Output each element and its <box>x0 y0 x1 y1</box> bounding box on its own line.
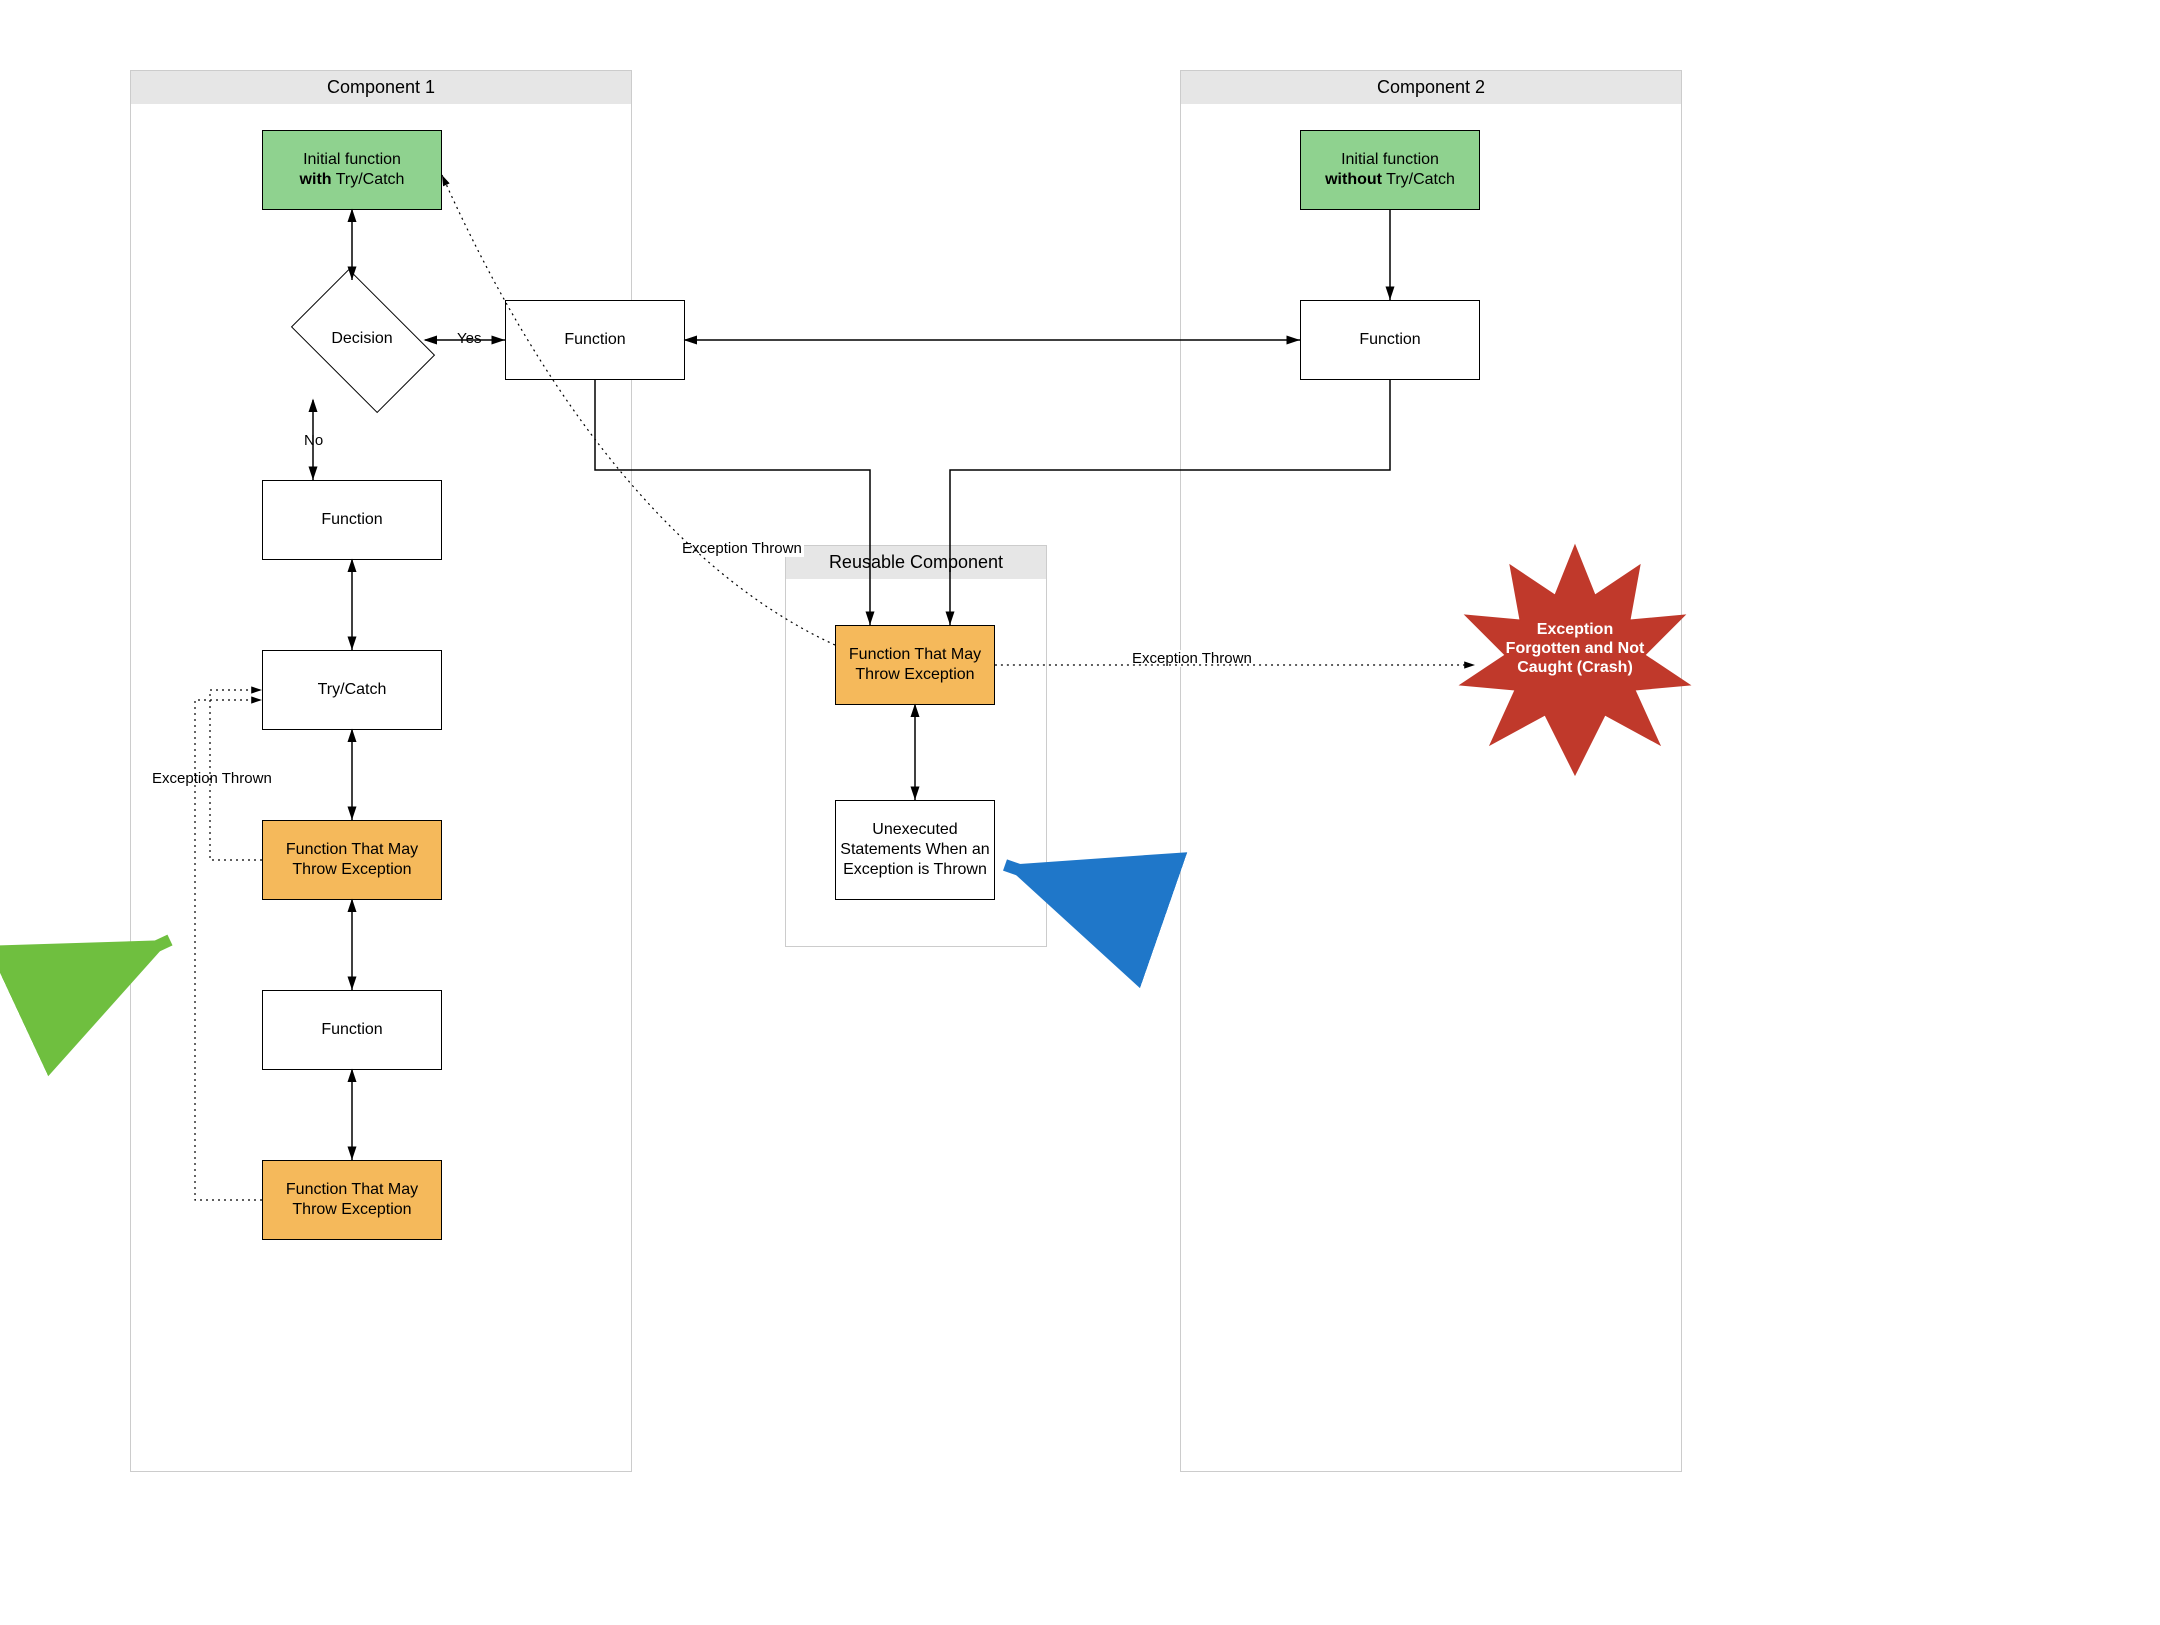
decision-label: Decision <box>292 330 432 348</box>
label-no: No <box>302 432 325 449</box>
label-exception-right: Exception Thrown <box>1130 650 1254 667</box>
label-exception-mid: Exception Thrown <box>680 540 804 557</box>
c2-function: Function <box>1300 300 1480 380</box>
reusable-component-title: Reusable Component <box>786 546 1046 579</box>
crash-label: Exception Forgotten and Not Caught (Cras… <box>1500 620 1650 678</box>
component2-title: Component 2 <box>1181 71 1681 104</box>
c1-try-catch: Try/Catch <box>262 650 442 730</box>
label-yes: Yes <box>455 330 483 347</box>
c1-initial-text: Initial function with Try/Catch <box>300 150 405 190</box>
c1-function-bot: Function <box>262 990 442 1070</box>
label-exception-left: Exception Thrown <box>150 770 274 787</box>
rc-unexecuted: Unexecuted Statements When an Exception … <box>835 800 995 900</box>
c1-throw-2: Function That May Throw Exception <box>262 1160 442 1240</box>
c1-initial-function: Initial function with Try/Catch <box>262 130 442 210</box>
c2-initial-function: Initial function without Try/Catch <box>1300 130 1480 210</box>
c2-initial-text: Initial function without Try/Catch <box>1325 150 1455 190</box>
c1-function-top: Function <box>505 300 685 380</box>
c1-throw-1: Function That May Throw Exception <box>262 820 442 900</box>
c1-function-mid: Function <box>262 480 442 560</box>
rc-throw: Function That May Throw Exception <box>835 625 995 705</box>
component1-title: Component 1 <box>131 71 631 104</box>
